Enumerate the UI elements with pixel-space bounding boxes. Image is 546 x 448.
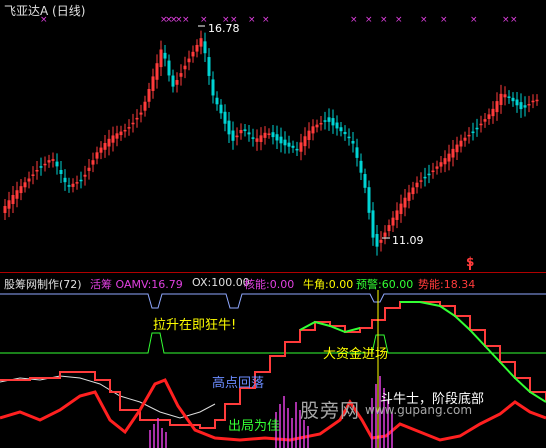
watermark-url: www.gupang.com [365, 403, 473, 417]
big-money-annotation: 大资金进场 [323, 347, 389, 362]
high-fall-annotation: 高点回落 [212, 376, 265, 391]
field-oamv: 活筹 OAMV:16.79 [90, 278, 183, 291]
momentum-line-green [400, 301, 546, 403]
field-bullhorn: 牛角:0.00 [303, 278, 354, 291]
watermark-text: 股旁网 [300, 400, 361, 422]
rise-annotation: 拉升在即狂牛! [153, 318, 237, 333]
indicator-chart[interactable] [0, 0, 546, 448]
exit-annotation: 出局为佳 [228, 419, 281, 434]
field-warning: 预警:60.00 [356, 278, 414, 291]
ox-line [0, 293, 546, 309]
field-ox: OX:100.00 [192, 276, 250, 289]
field-nuclear: 核能:0.00 [244, 278, 295, 291]
indicator-name: 股筹网制作(72) [4, 278, 82, 291]
field-momentum: 势能:18.34 [418, 278, 476, 291]
warning-line [0, 332, 546, 354]
